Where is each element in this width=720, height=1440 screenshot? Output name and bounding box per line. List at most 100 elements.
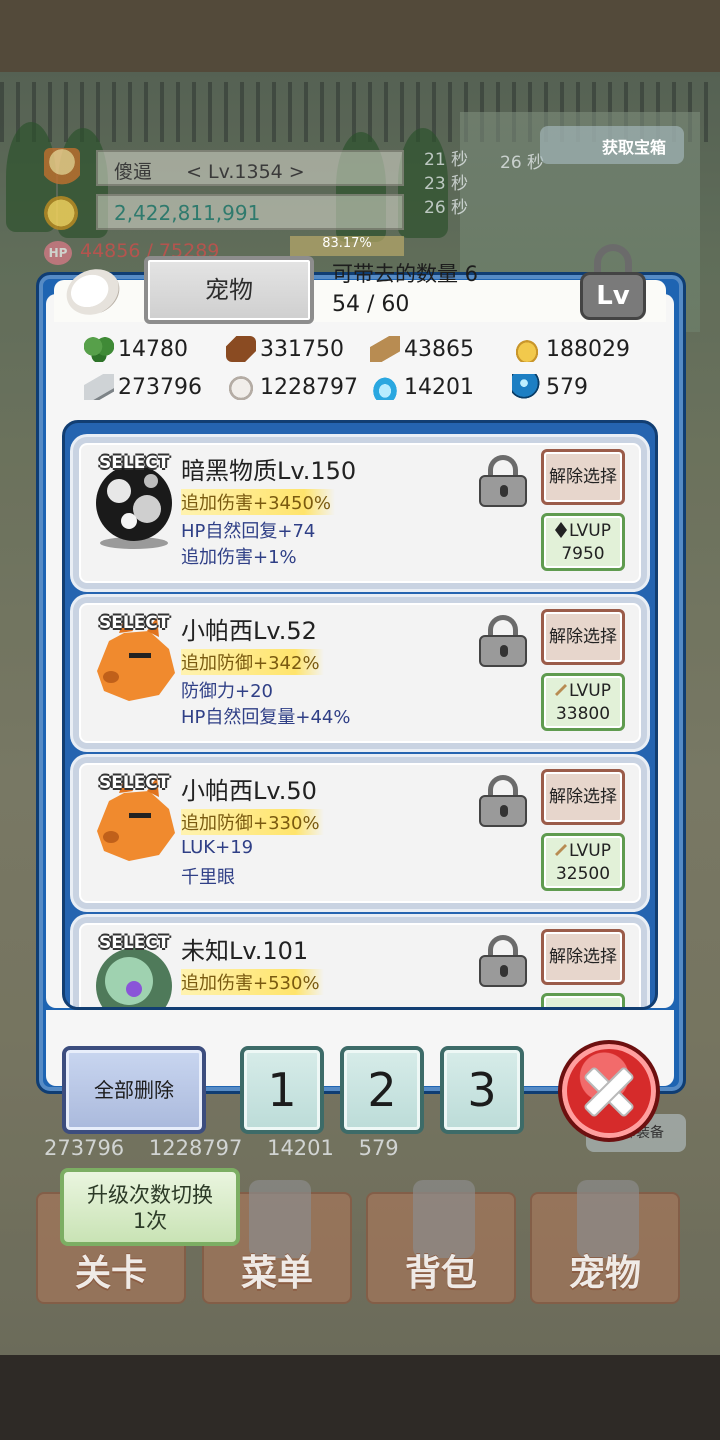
- resource-leaf: 14780: [84, 336, 188, 362]
- scene-res-iron: 273796: [44, 1136, 125, 1160]
- scene-res-orb: 579: [358, 1136, 399, 1160]
- upgrade-count-toggle[interactable]: 升级次数切换 1次: [60, 1168, 240, 1246]
- nav-pet[interactable]: 宠物: [530, 1180, 680, 1304]
- nav-stage-label: 关卡: [74, 1253, 147, 1294]
- lock-toggle[interactable]: [479, 775, 527, 827]
- lock-toggle[interactable]: [479, 935, 527, 987]
- game-screen: 傻逼 < Lv.1354 > 2,422,811,991 21 秒 23 秒 2…: [0, 0, 720, 1440]
- player-level: < Lv.1354 >: [186, 161, 305, 183]
- resource-value: 14201: [404, 374, 474, 400]
- leaf-icon: [84, 336, 114, 362]
- select-tag: SELECT: [99, 613, 170, 633]
- status-bar: [0, 0, 720, 72]
- timer-3: 26 秒: [424, 198, 469, 218]
- pet-stat: 追加伤害+1%: [181, 547, 297, 568]
- resource-plank: 43865: [370, 336, 474, 362]
- nav-menu-label: 菜单: [240, 1253, 313, 1294]
- get-treasure-button[interactable]: 获取宝箱: [540, 126, 684, 164]
- plank-icon: [370, 336, 400, 362]
- lock-toggle[interactable]: [479, 455, 527, 507]
- navigation-bar: [0, 1355, 720, 1440]
- pet-card[interactable]: SELECT 小帕西Lv.50 追加防御+330% LUK+19 千里眼 解除选…: [73, 757, 647, 909]
- lvup-button[interactable]: LVUP 33800: [541, 673, 625, 731]
- nav-bag-label: 背包: [404, 1253, 477, 1294]
- carry-count: 54 / 60: [332, 292, 410, 317]
- toggle-label: 升级次数切换: [87, 1183, 213, 1207]
- resource-value: 14780: [118, 336, 188, 362]
- timer-1: 21 秒: [424, 150, 469, 170]
- fire-icon: [370, 374, 400, 400]
- level-lock-button[interactable]: Lv: [580, 244, 646, 320]
- pet-stat: 防御力+20: [181, 681, 273, 702]
- resource-value: 273796: [118, 374, 202, 400]
- plank-icon: [555, 844, 568, 856]
- lvup-button[interactable]: LVUP 32500: [541, 833, 625, 891]
- lvup-cost: 7950: [561, 544, 605, 564]
- resource-stone: 1228797: [226, 374, 358, 400]
- preset-1-button[interactable]: 1: [240, 1046, 324, 1134]
- panel-title-tab[interactable]: 宠物: [144, 256, 314, 324]
- deselect-button[interactable]: 解除选择: [541, 929, 625, 985]
- select-tag: SELECT: [99, 453, 170, 473]
- pet-name: 小帕西Lv.50: [181, 777, 317, 805]
- lvup-button[interactable]: LVUP 7950: [541, 513, 625, 571]
- pet-main-stat: 追加防御+330%: [181, 809, 324, 835]
- lvup-label: LVUP: [569, 681, 611, 701]
- resource-wood: 331750: [226, 336, 344, 362]
- lvup-cost: 33800: [555, 704, 611, 724]
- dark-gem-icon: [555, 522, 568, 538]
- iron-icon: [84, 374, 114, 400]
- exp-bar: 83.17%: [290, 236, 404, 256]
- nav-bag[interactable]: 背包: [366, 1180, 516, 1304]
- pet-stat: HP自然回复量+44%: [181, 707, 351, 728]
- resource-iron: 273796: [84, 374, 202, 400]
- lvup-cost: 32500: [555, 864, 611, 884]
- resource-fire: 14201: [370, 374, 474, 400]
- deselect-button[interactable]: 解除选择: [541, 769, 625, 825]
- pet-name: 暗黑物质Lv.150: [181, 457, 357, 485]
- deselect-button[interactable]: 解除选择: [541, 609, 625, 665]
- preset-2-button[interactable]: 2: [340, 1046, 424, 1134]
- lvup-label: LVUP: [569, 841, 611, 861]
- resource-orb: 579: [512, 374, 588, 400]
- lock-body: [479, 795, 527, 827]
- deselect-button[interactable]: 解除选择: [541, 449, 625, 505]
- player-name: 傻逼: [114, 161, 153, 183]
- lock-body: [479, 955, 527, 987]
- carry-limit-label: 可带去的数量 6: [332, 262, 479, 286]
- select-tag: SELECT: [99, 933, 170, 953]
- resource-value: 1228797: [260, 374, 358, 400]
- pet-main-stat: 追加伤害+3450%: [181, 489, 335, 515]
- pet-name: 未知Lv.101: [181, 937, 309, 965]
- lvup-button[interactable]: [541, 993, 625, 1007]
- delete-all-button[interactable]: 全部删除: [62, 1046, 206, 1134]
- player-name-box: 傻逼 < Lv.1354 >: [96, 150, 404, 186]
- scene-res-fire: 14201: [267, 1136, 334, 1160]
- resource-value: 43865: [404, 336, 474, 362]
- timer-1b: 26 秒: [500, 153, 545, 173]
- player-avatar: [44, 148, 80, 188]
- timers: 21 秒 23 秒 26 秒: [424, 148, 468, 220]
- pet-card[interactable]: SELECT 未知Lv.101 追加伤害+530% 解除选择: [73, 917, 647, 1007]
- plank-icon: [555, 684, 568, 696]
- pet-main-stat: 追加防御+342%: [181, 649, 324, 675]
- pet-stat: 千里眼: [181, 867, 235, 888]
- pet-main-stat: 追加伤害+530%: [181, 969, 324, 995]
- scene-res-stone: 1228797: [148, 1136, 243, 1160]
- lvup-label: LVUP: [569, 521, 611, 541]
- close-button[interactable]: [558, 1040, 660, 1142]
- toggle-value: 1次: [132, 1209, 168, 1233]
- pet-card[interactable]: SELECT 暗黑物质Lv.150 追加伤害+3450% HP自然回复+74 追…: [73, 437, 647, 589]
- pet-card[interactable]: SELECT 小帕西Lv.52 追加防御+342% 防御力+20 HP自然回复量…: [73, 597, 647, 749]
- pet-list[interactable]: SELECT 暗黑物质Lv.150 追加伤害+3450% HP自然回复+74 追…: [62, 420, 658, 1010]
- preset-3-button[interactable]: 3: [440, 1046, 524, 1134]
- stone-icon: [226, 374, 256, 400]
- resource-value: 188029: [546, 336, 630, 362]
- resource-value: 579: [546, 374, 588, 400]
- nav-pet-label: 宠物: [568, 1253, 641, 1294]
- pet-name: 小帕西Lv.52: [181, 617, 317, 645]
- lock-body: [479, 635, 527, 667]
- lock-toggle[interactable]: [479, 615, 527, 667]
- wood-icon: [226, 336, 256, 362]
- lv-lock-icon: Lv: [580, 272, 646, 320]
